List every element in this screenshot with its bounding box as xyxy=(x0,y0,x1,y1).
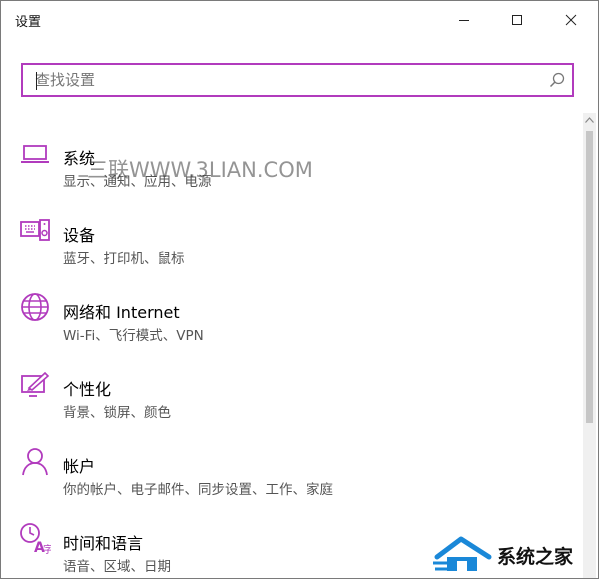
category-description: 蓝牙、打印机、鼠标 xyxy=(63,251,185,267)
search-box[interactable] xyxy=(21,63,574,97)
scrollbar[interactable] xyxy=(583,113,596,578)
maximize-button[interactable] xyxy=(494,1,540,39)
minimize-icon xyxy=(459,20,469,21)
category-name: 帐户 xyxy=(63,457,96,476)
scroll-up-arrow[interactable] xyxy=(583,113,596,127)
category-name: 设备 xyxy=(63,226,96,245)
search-icon[interactable] xyxy=(548,71,566,89)
watermark-text: 三联WWW.3LIAN.COM xyxy=(87,158,313,182)
watermark-logo: 系统之家 xyxy=(431,533,596,577)
category-network[interactable]: 网络和 Internet Wi-Fi、飞行模式、VPN xyxy=(1,281,581,353)
category-description: 语音、区域、日期 xyxy=(63,559,171,575)
maximize-icon xyxy=(512,15,522,25)
window-title: 设置 xyxy=(15,15,42,30)
svg-text:字: 字 xyxy=(43,543,51,554)
laptop-icon xyxy=(21,145,49,163)
search-input[interactable] xyxy=(35,68,535,92)
category-name: 时间和语言 xyxy=(63,534,144,553)
close-icon xyxy=(565,14,577,26)
title-bar[interactable]: 设置 xyxy=(1,1,598,41)
category-personalization[interactable]: 个性化 背景、锁屏、颜色 xyxy=(1,358,581,430)
close-button[interactable] xyxy=(548,1,594,39)
chevron-up-icon xyxy=(585,117,594,123)
settings-window: 设置 查找设置 系统 显示、通知、应用、电源 设备 蓝牙、打印机、鼠标 网络和 … xyxy=(0,0,599,579)
category-name: 网络和 Internet xyxy=(63,303,180,322)
category-devices[interactable]: 设备 蓝牙、打印机、鼠标 xyxy=(1,204,581,276)
minimize-button[interactable] xyxy=(441,1,487,39)
person-icon xyxy=(22,448,48,476)
category-accounts[interactable]: 帐户 你的帐户、电子邮件、同步设置、工作、家庭 xyxy=(1,435,581,507)
devices-icon xyxy=(20,219,50,241)
category-description: 你的帐户、电子邮件、同步设置、工作、家庭 xyxy=(63,482,333,498)
globe-icon xyxy=(21,293,49,321)
house-logo-icon xyxy=(433,536,492,571)
text-caret xyxy=(36,72,37,90)
personalize-icon xyxy=(21,371,50,397)
logo-text: 系统之家 xyxy=(497,546,574,568)
scrollbar-thumb[interactable] xyxy=(586,131,593,423)
category-name: 个性化 xyxy=(63,380,112,399)
time-language-icon: A 字 xyxy=(20,523,51,554)
category-description: Wi-Fi、飞行模式、VPN xyxy=(63,328,204,344)
category-description: 背景、锁屏、颜色 xyxy=(63,405,171,421)
